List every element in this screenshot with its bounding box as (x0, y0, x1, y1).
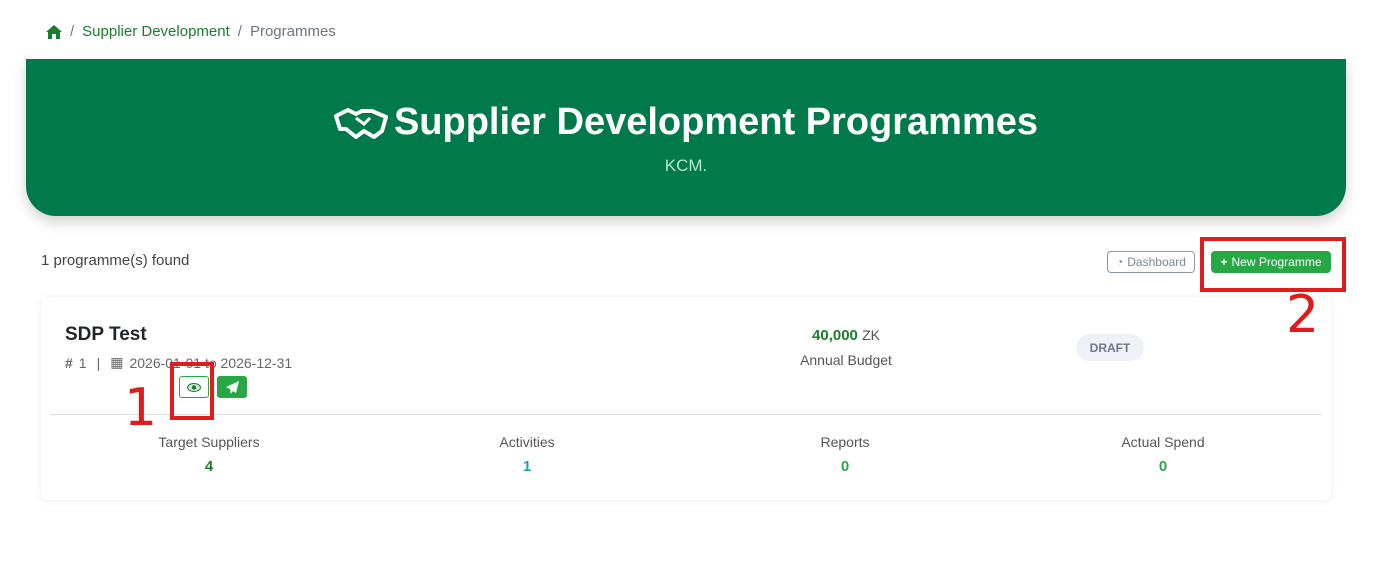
stat-label: Target Suppliers (158, 434, 260, 450)
annotation-box-2 (1200, 237, 1346, 292)
status-badge: DRAFT (1076, 334, 1144, 361)
page-title: Supplier Development Programmes (26, 101, 1346, 144)
breadcrumb: / Supplier Development / Programmes (46, 23, 336, 40)
stat-reports: Reports 0 (686, 434, 1004, 475)
page-subtitle: KCM. (664, 156, 708, 175)
programme-id: 1 (78, 354, 87, 371)
home-icon[interactable] (46, 24, 62, 39)
breadcrumb-separator: / (237, 23, 242, 40)
results-count: 1 programme(s) found (41, 252, 190, 269)
stat-value: 4 (204, 458, 214, 475)
budget-currency: ZK (862, 327, 880, 343)
stat-label: Actual Spend (1121, 434, 1205, 450)
programme-name: SDP Test (65, 324, 147, 345)
budget-value: 40,000 (812, 327, 858, 344)
stat-value: 0 (840, 458, 850, 475)
stat-target-suppliers: Target Suppliers 4 (50, 434, 368, 475)
submit-button[interactable] (217, 376, 247, 398)
page-title-text: Supplier Development Programmes (393, 101, 1039, 143)
stat-value: 0 (1158, 458, 1168, 475)
divider (50, 414, 1322, 415)
annual-budget: 40,000 ZK Annual Budget (781, 327, 911, 368)
breadcrumb-separator: / (70, 23, 75, 40)
dashboard-icon: ◔ (1116, 255, 1124, 269)
annotation-label-2: 2 (1286, 285, 1320, 345)
dashboard-button[interactable]: ◔ Dashboard (1107, 251, 1195, 273)
meta-separator: | (96, 354, 101, 371)
budget-label: Annual Budget (800, 352, 892, 368)
stat-label: Reports (820, 434, 870, 450)
breadcrumb-supplier-development[interactable]: Supplier Development (82, 23, 230, 40)
hash-icon: # (65, 354, 73, 371)
breadcrumb-programmes: Programmes (249, 23, 336, 40)
page-header-banner: Supplier Development Programmes KCM. (26, 59, 1346, 216)
annotation-label-1: 1 (124, 378, 158, 438)
dashboard-label: Dashboard (1127, 255, 1186, 269)
programme-card: SDP Test # 1 | ▦ 2026-01-01 to 2026-12-3… (41, 297, 1331, 500)
paper-plane-icon (225, 380, 239, 394)
stat-actual-spend: Actual Spend 0 (1004, 434, 1322, 475)
stat-value: 1 (522, 458, 532, 475)
stat-label: Activities (499, 434, 555, 450)
calendar-icon: ▦ (110, 354, 124, 370)
handshake-icon (333, 107, 388, 139)
annotation-box-1 (170, 362, 214, 420)
stat-activities: Activities 1 (368, 434, 686, 475)
